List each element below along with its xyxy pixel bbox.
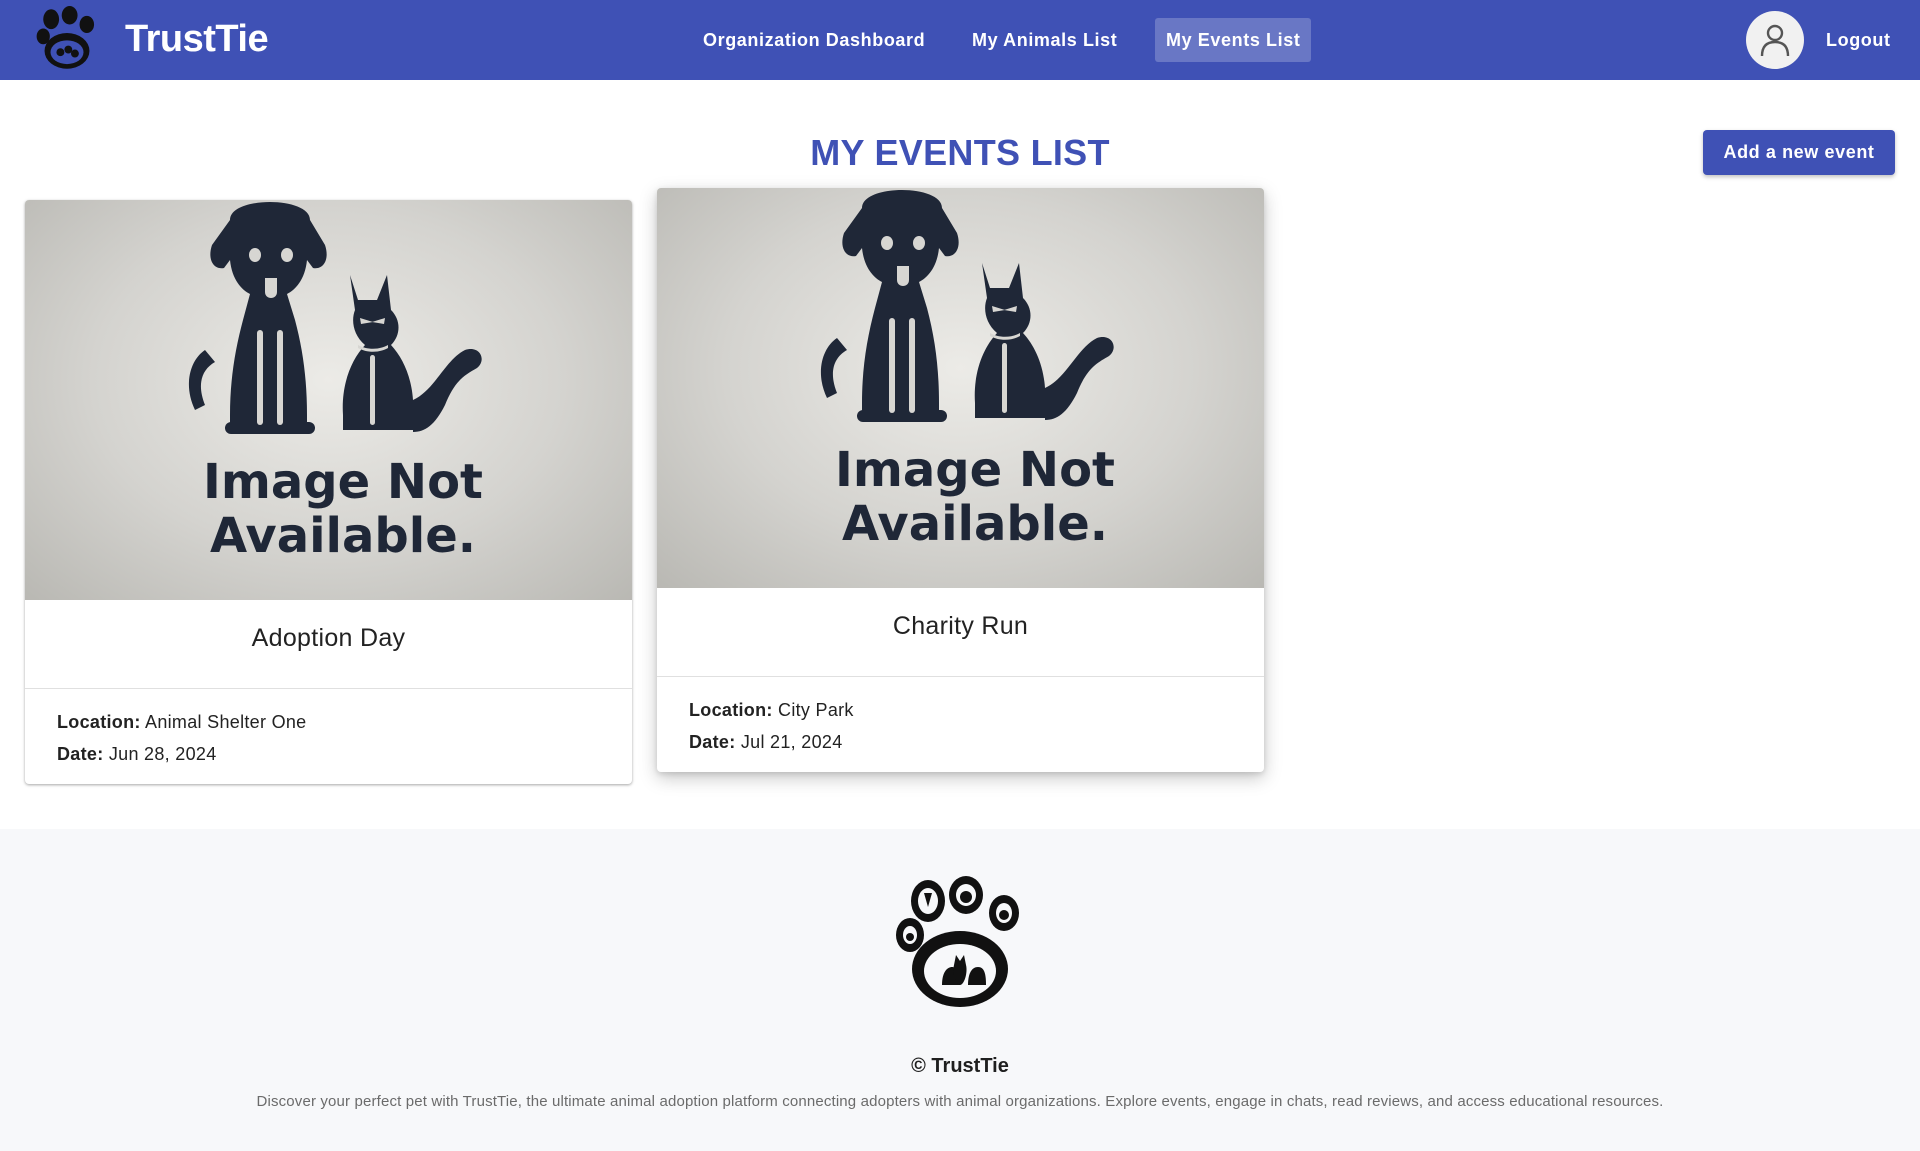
- location-label: Location:: [689, 700, 773, 720]
- top-navbar: TrustTie Organization Dashboard My Anima…: [0, 0, 1920, 80]
- user-avatar-icon: [1760, 24, 1790, 57]
- card-divider: [657, 676, 1264, 677]
- event-card[interactable]: Image Not Available. Charity Run Locatio…: [657, 188, 1264, 772]
- event-title: Charity Run: [892, 612, 1029, 640]
- logout-button[interactable]: Logout: [1816, 18, 1901, 62]
- event-location: Location: Animal Shelter One: [57, 706, 307, 738]
- date-value: Jul 21, 2024: [740, 732, 843, 752]
- nav-organization-dashboard[interactable]: Organization Dashboard: [692, 18, 936, 62]
- location-value: Animal Shelter One: [145, 712, 307, 732]
- brand-name[interactable]: TrustTie: [125, 16, 269, 62]
- pets-silhouette-icon: Image Not Available.: [820, 190, 1115, 552]
- event-details: Location: Animal Shelter One Date: Jun 2…: [57, 706, 307, 770]
- copyright: © TrustTie: [911, 1055, 1009, 1077]
- card-divider: [25, 688, 632, 689]
- footer-description: Discover your perfect pet with TrustTie,…: [256, 1093, 1664, 1110]
- event-date: Date: Jul 21, 2024: [689, 726, 854, 758]
- date-label: Date:: [57, 744, 104, 764]
- location-value: City Park: [778, 700, 854, 720]
- event-date: Date: Jun 28, 2024: [57, 738, 307, 770]
- paw-logo-icon: [896, 876, 1019, 1007]
- image-not-available-line2: Available.: [210, 508, 476, 564]
- user-avatar[interactable]: [1746, 11, 1804, 69]
- pets-silhouette-icon: Image Not Available.: [188, 202, 483, 564]
- event-image-placeholder: Image Not Available.: [657, 188, 1264, 588]
- page-title: MY EVENTS LIST: [810, 132, 1110, 173]
- nav-my-events-list[interactable]: My Events List: [1155, 18, 1312, 62]
- image-not-available-line1: Image Not: [203, 454, 483, 510]
- nav-my-animals-list[interactable]: My Animals List: [961, 18, 1128, 62]
- event-title: Adoption Day: [251, 624, 406, 652]
- event-details: Location: City Park Date: Jul 21, 2024: [689, 694, 854, 758]
- event-card[interactable]: Image Not Available. Adoption Day Locati…: [25, 200, 632, 784]
- event-image-placeholder: Image Not Available.: [25, 200, 632, 600]
- footer: © TrustTie Discover your perfect pet wit…: [0, 829, 1920, 1151]
- location-label: Location:: [57, 712, 141, 732]
- add-event-button[interactable]: Add a new event: [1703, 130, 1895, 175]
- event-location: Location: City Park: [689, 694, 854, 726]
- image-not-available-line1: Image Not: [835, 442, 1115, 498]
- date-label: Date:: [689, 732, 736, 752]
- image-not-available-line2: Available.: [842, 496, 1108, 552]
- date-value: Jun 28, 2024: [108, 744, 217, 764]
- paw-logo-icon[interactable]: [34, 6, 100, 72]
